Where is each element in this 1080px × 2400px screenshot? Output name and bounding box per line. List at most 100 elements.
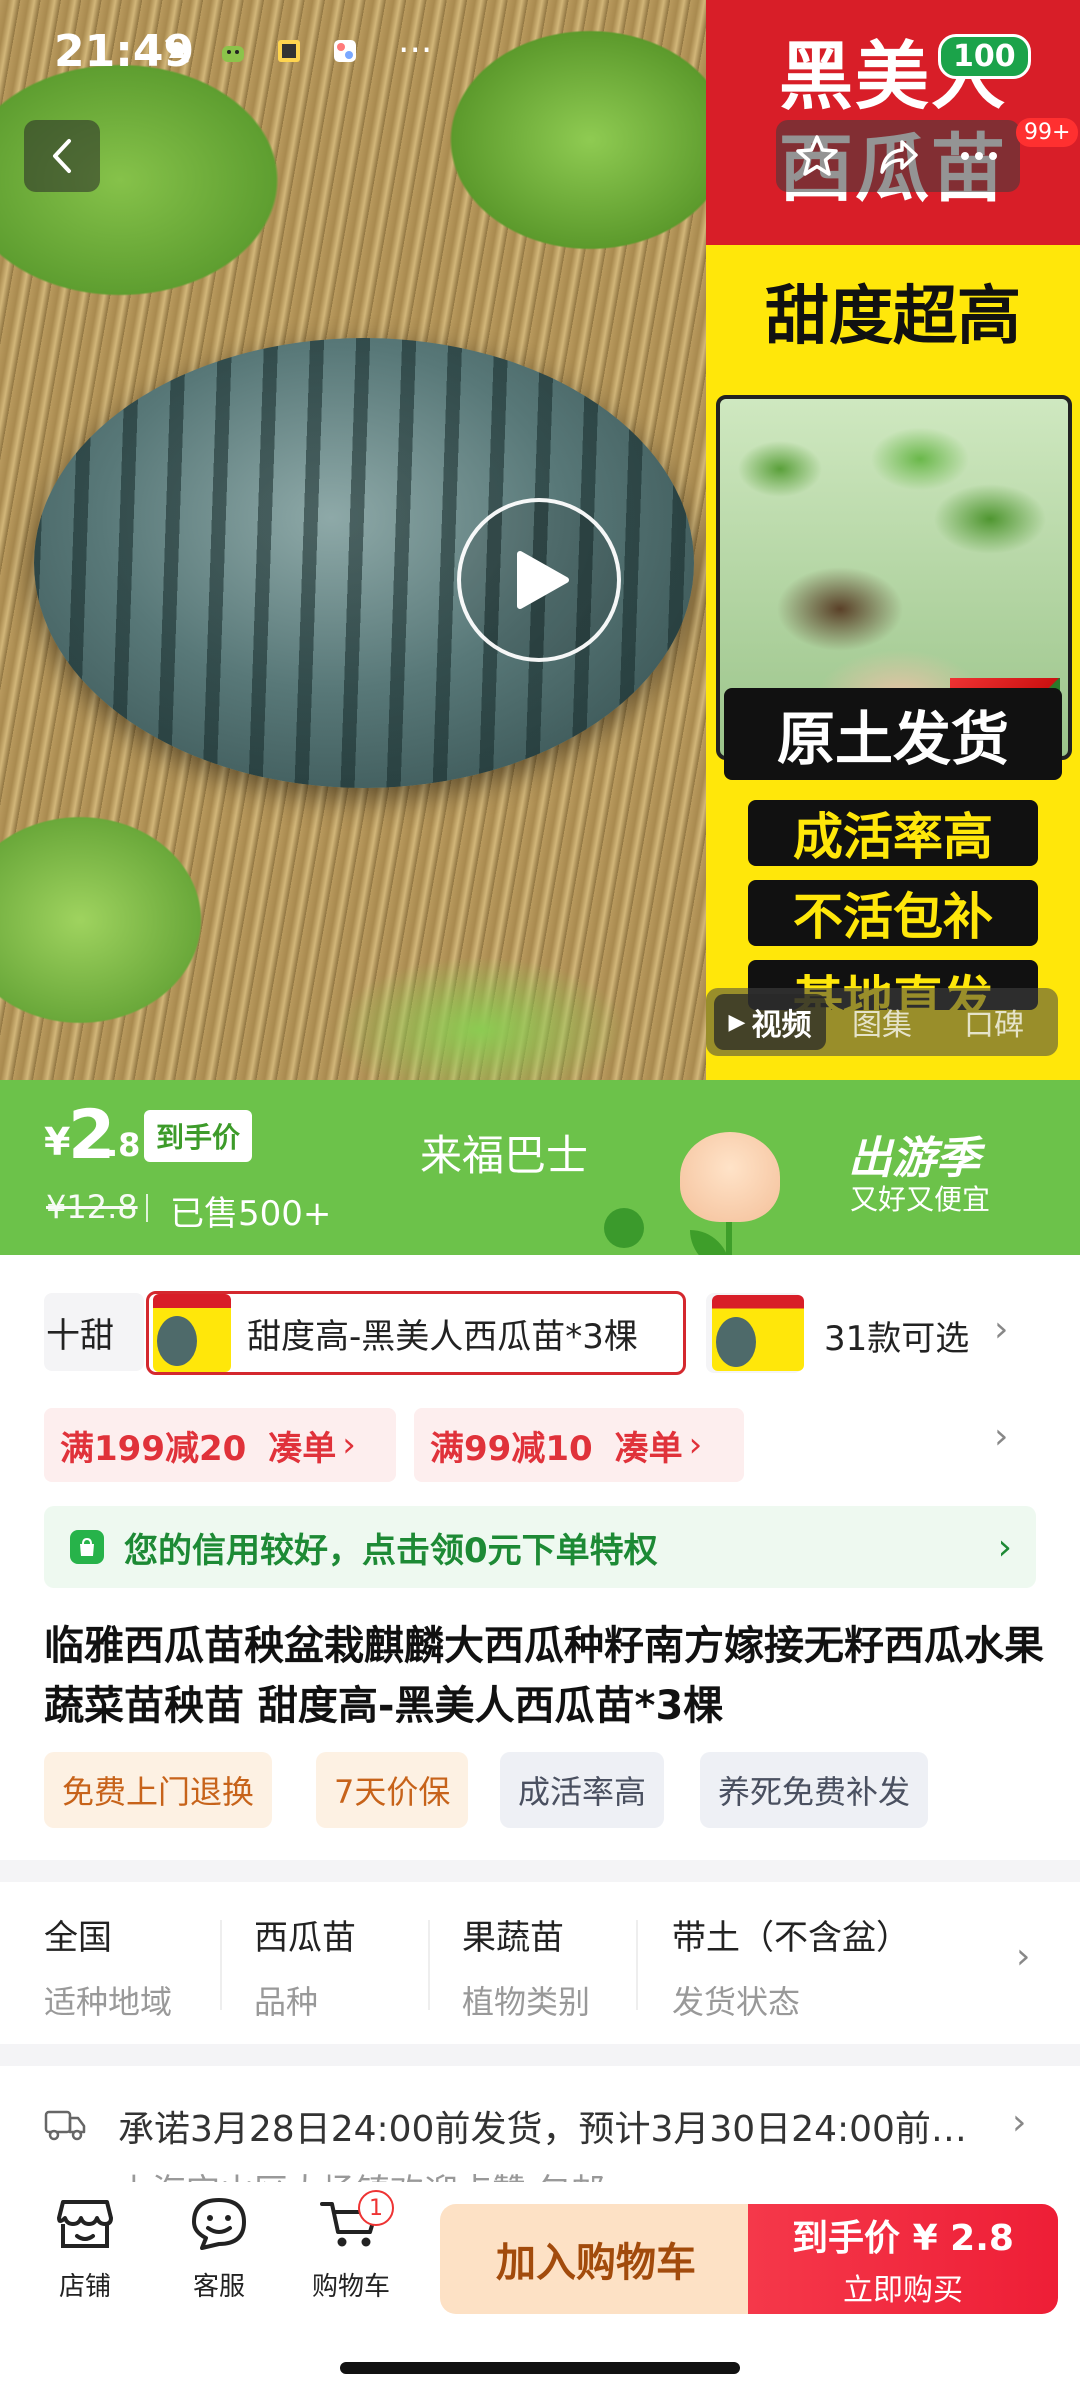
promo-event-name[interactable]: 来福巴士 (420, 1122, 588, 1183)
store-icon (57, 2200, 113, 2248)
attribute-label: 植物类别 (462, 1983, 591, 2021)
attribute-value: 果蔬苗 (462, 1918, 564, 1958)
tab-reviews[interactable]: 口碑 (938, 994, 1050, 1050)
sold-count: 已售500+ (170, 1194, 332, 1234)
chevron-right-icon: › (1016, 1936, 1031, 1977)
product-detail-page: 黑美人 西瓜苗 100 甜度超高 原土发货 成活率高 不活包补 基地直发 ▶ 视… (0, 0, 1080, 2400)
buy-now-button[interactable]: 到手价 ¥ 2.8 立即购买 (748, 2204, 1058, 2314)
credit-privilege-banner[interactable]: 您的信用较好，点击领0元下单特权 › (44, 1506, 1036, 1588)
add-to-cart-button[interactable]: 加入购物车 (440, 2204, 752, 2314)
cart-count-badge: 1 (358, 2190, 394, 2226)
film-app-icon (278, 40, 300, 62)
tulip-stem-decoration (726, 1218, 732, 1255)
star-icon[interactable] (793, 132, 841, 180)
price-decimal: .8 (106, 1126, 141, 1164)
price-divider (146, 1194, 148, 1222)
android-app-icon (222, 46, 244, 62)
chevron-right-icon: › (1012, 2102, 1027, 2143)
service-tag[interactable]: 7天价保 (316, 1752, 469, 1828)
price-bar: ¥ 2 .8 到手价 ¥12.8 已售500+ 来福巴士 出游季 又好又便宜 (0, 1080, 1080, 1255)
chevron-left-icon (53, 139, 71, 173)
attribute-divider (636, 1920, 638, 2010)
chevron-right-icon[interactable]: › (994, 1309, 1008, 1350)
sku-option-label: 甜度高-黑美人西瓜苗*3棵 (247, 1316, 638, 1357)
coupon-2[interactable]: 满99减10 凑单 › (414, 1408, 744, 1482)
banner-pill: 成活率高 (748, 800, 1038, 866)
banner-black-label: 原土发货 (724, 688, 1062, 780)
store-label: 店铺 (58, 2272, 111, 2302)
media-tab-switcher: ▶ 视频 图集 口碑 (706, 988, 1058, 1056)
original-price: ¥12.8 (46, 1188, 138, 1226)
sku-option-selected[interactable]: 甜度高-黑美人西瓜苗*3棵 (146, 1291, 686, 1375)
truck-icon (44, 2110, 86, 2141)
mute-bell-icon (164, 38, 190, 64)
price-currency: ¥ (44, 1120, 71, 1164)
section-divider (0, 2044, 1080, 2066)
attribute-region: 全国 适种地域 (44, 1910, 172, 2023)
cart-label: 购物车 (311, 2272, 390, 2302)
attribute-value: 全国 (44, 1918, 112, 1958)
more-icon[interactable] (955, 132, 1003, 180)
service-tag[interactable]: 免费上门退换 (44, 1752, 273, 1828)
coupon-1[interactable]: 满199减20 凑单 › (44, 1408, 396, 1482)
tab-video-label: 视频 (751, 1008, 812, 1043)
sku-selector: 十甜 甜度高-黑美人西瓜苗*3棵 31款可选 › (0, 1255, 1080, 1415)
chevron-right-icon: › (688, 1425, 703, 1465)
coupon-more-chevron-icon[interactable]: › (994, 1416, 1008, 1457)
banner-headline: 甜度超高 (765, 280, 1021, 354)
attribute-variety: 西瓜苗 品种 (254, 1910, 356, 2023)
shopping-bag-icon (70, 1530, 104, 1564)
attribute-category: 果蔬苗 植物类别 (462, 1910, 590, 2023)
customer-service-button[interactable]: 客服 (164, 2196, 274, 2303)
back-button[interactable] (24, 120, 100, 192)
credit-text: 您的信用较好，点击领0元下单特权 (124, 1530, 658, 1571)
sku-option-partial[interactable]: 十甜 (44, 1293, 144, 1371)
coupon-text: 满99减10 (430, 1428, 593, 1469)
chat-smile-icon (192, 2198, 246, 2250)
service-tag[interactable]: 养死免费补发 (700, 1752, 929, 1828)
tab-gallery[interactable]: 图集 (826, 994, 938, 1050)
shipping-info[interactable]: 承诺3月28日24:00前发货，预计3月30日24:00前送达 上海宝山区大场镇… (0, 2066, 1080, 2200)
attribute-shipping-state: 带土（不含盆） 发货状态 (672, 1910, 910, 2023)
attribute-label: 适种地域 (44, 1983, 173, 2021)
play-video-button[interactable] (457, 498, 621, 662)
coupon-action: 凑单 (614, 1428, 683, 1469)
customer-service-label: 客服 (192, 2272, 245, 2302)
share-icon[interactable] (874, 132, 922, 180)
attribute-divider (220, 1920, 222, 2010)
product-attributes[interactable]: 全国 适种地域 西瓜苗 品种 果蔬苗 植物类别 带土（不含盆） 发货状态 › (0, 1884, 1080, 2044)
service-tag[interactable]: 成活率高 (500, 1752, 665, 1828)
banner-pill: 不活包补 (748, 880, 1038, 946)
sku-option-next[interactable] (706, 1293, 804, 1373)
promo-title[interactable]: 出游季 (848, 1122, 980, 1186)
status-icons: ··· (160, 33, 432, 69)
top-action-group (776, 120, 1020, 192)
play-icon (517, 551, 569, 609)
buy-price-label: 到手价 ¥ 2.8 (792, 2218, 1014, 2259)
coupon-text: 满199减20 (60, 1428, 247, 1469)
store-button[interactable]: 店铺 (30, 2196, 140, 2303)
cart-button[interactable]: 1 购物车 (296, 2190, 406, 2303)
attribute-value: 带土（不含盆） (672, 1918, 910, 1958)
attribute-value: 西瓜苗 (254, 1918, 356, 1958)
buy-now-label: 立即购买 (843, 2273, 963, 2308)
tulip-decoration (680, 1132, 780, 1222)
attribute-label: 品种 (254, 1983, 319, 2021)
section-divider (0, 1860, 1080, 1882)
product-title: 临雅西瓜苗秧盆栽麒麟大西瓜种籽南方嫁接无籽西瓜水果蔬菜苗秧苗 甜度高-黑美人西瓜… (44, 1623, 1044, 1729)
play-small-icon: ▶ (728, 1009, 746, 1035)
sku-thumbnail (712, 1295, 804, 1371)
shipping-promise: 承诺3月28日24:00前发货，预计3月30日24:00前送达 (118, 2109, 978, 2150)
promo-subtitle: 又好又便宜 (850, 1183, 991, 1216)
coupon-action: 凑单 (268, 1428, 337, 1469)
message-count-badge: 99+ (1016, 118, 1079, 147)
chevron-right-icon: › (342, 1425, 356, 1465)
sku-count[interactable]: 31款可选 (824, 1311, 969, 1360)
home-indicator[interactable] (340, 2362, 740, 2374)
sku-thumbnail (153, 1294, 231, 1372)
gallery-app-icon (334, 40, 356, 62)
attribute-divider (428, 1920, 430, 2010)
tab-video[interactable]: ▶ 视频 (714, 994, 826, 1050)
chevron-right-icon: › (997, 1526, 1012, 1568)
clover-decoration (604, 1208, 644, 1248)
